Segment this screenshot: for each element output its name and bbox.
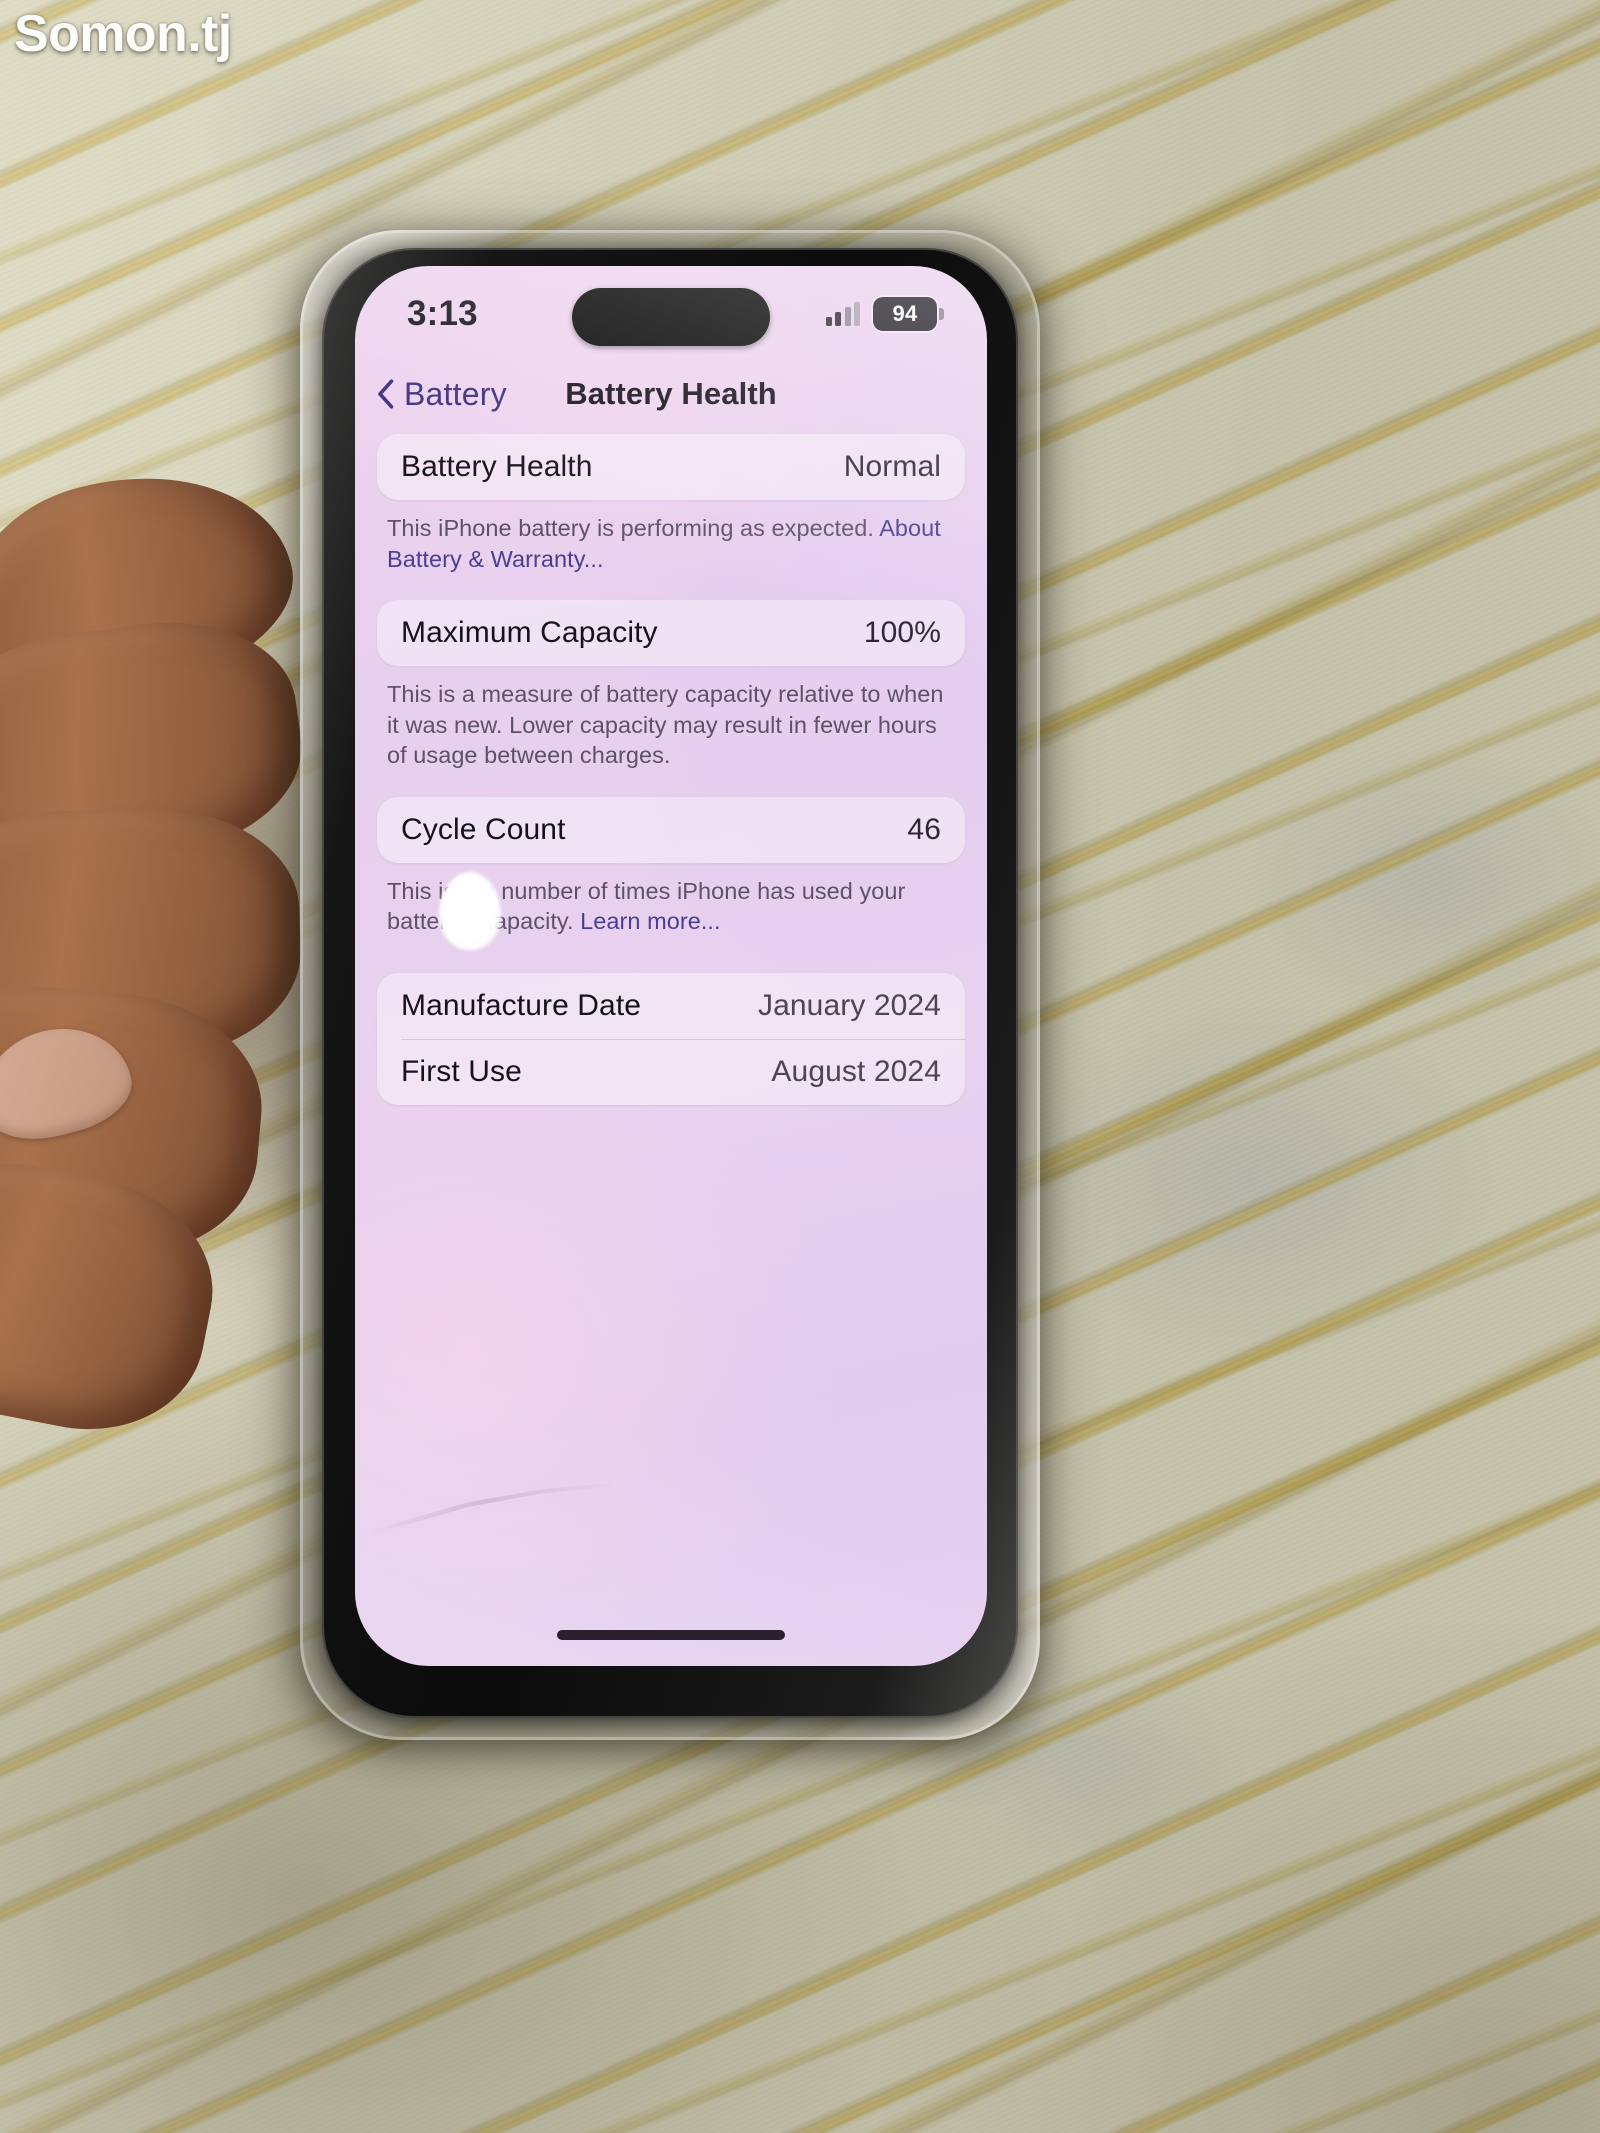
maximum-capacity-label: Maximum Capacity: [401, 616, 658, 650]
first-use-row[interactable]: First Use August 2024: [377, 1038, 965, 1105]
battery-health-footnote-text: This iPhone battery is performing as exp…: [387, 515, 880, 541]
cycle-count-footnote: This is the number of times iPhone has u…: [355, 863, 987, 937]
manufacture-date-value: January 2024: [757, 988, 941, 1022]
battery-percent-label: 94: [892, 301, 918, 326]
status-clock: 3:13: [407, 294, 478, 333]
battery-tip: [939, 308, 944, 320]
cellular-signal-icon: [825, 302, 860, 326]
maximum-capacity-card: Maximum Capacity 100%: [377, 600, 965, 667]
maximum-capacity-row[interactable]: Maximum Capacity 100%: [377, 600, 965, 666]
battery-health-value: Normal: [843, 450, 941, 483]
first-use-value: August 2024: [771, 1054, 941, 1088]
battery-health-card: Battery Health Normal: [377, 434, 965, 500]
cycle-count-row[interactable]: Cycle Count 46: [377, 797, 965, 863]
home-indicator[interactable]: [557, 1630, 785, 1640]
phone-screen: 3:13 94 Battery Battery Health Battery H…: [355, 266, 987, 1666]
maximum-capacity-footnote: This is a measure of battery capacity re…: [387, 681, 944, 769]
settings-content: Battery Health Normal This iPhone batter…: [355, 434, 987, 1666]
nav-bar: Battery Battery Health: [355, 362, 987, 426]
somon-tj-watermark: Somon.tj: [14, 5, 232, 63]
first-use-label: First Use: [401, 1054, 522, 1088]
battery-health-label: Battery Health: [401, 450, 593, 483]
photo-scene: 3:13 94 Battery Battery Health Battery H…: [0, 0, 1600, 2133]
status-right-group: 94: [825, 297, 944, 331]
page-title: Battery Health: [565, 376, 777, 411]
battery-icon: 94: [873, 297, 944, 331]
status-bar: 3:13 94: [355, 266, 987, 362]
learn-more-link[interactable]: Learn more...: [580, 908, 720, 934]
dates-card: Manufacture Date January 2024 First Use …: [377, 972, 965, 1105]
cycle-count-label: Cycle Count: [401, 812, 566, 846]
cycle-count-card: Cycle Count 46: [377, 796, 965, 863]
manufacture-date-label: Manufacture Date: [401, 988, 642, 1022]
cycle-count-value: 46: [907, 812, 941, 846]
manufacture-date-row[interactable]: Manufacture Date January 2024: [377, 973, 965, 1039]
battery-health-footnote: This iPhone battery is performing as exp…: [355, 500, 987, 574]
battery-health-row[interactable]: Battery Health Normal: [377, 434, 965, 500]
maximum-capacity-value: 100%: [863, 616, 941, 650]
